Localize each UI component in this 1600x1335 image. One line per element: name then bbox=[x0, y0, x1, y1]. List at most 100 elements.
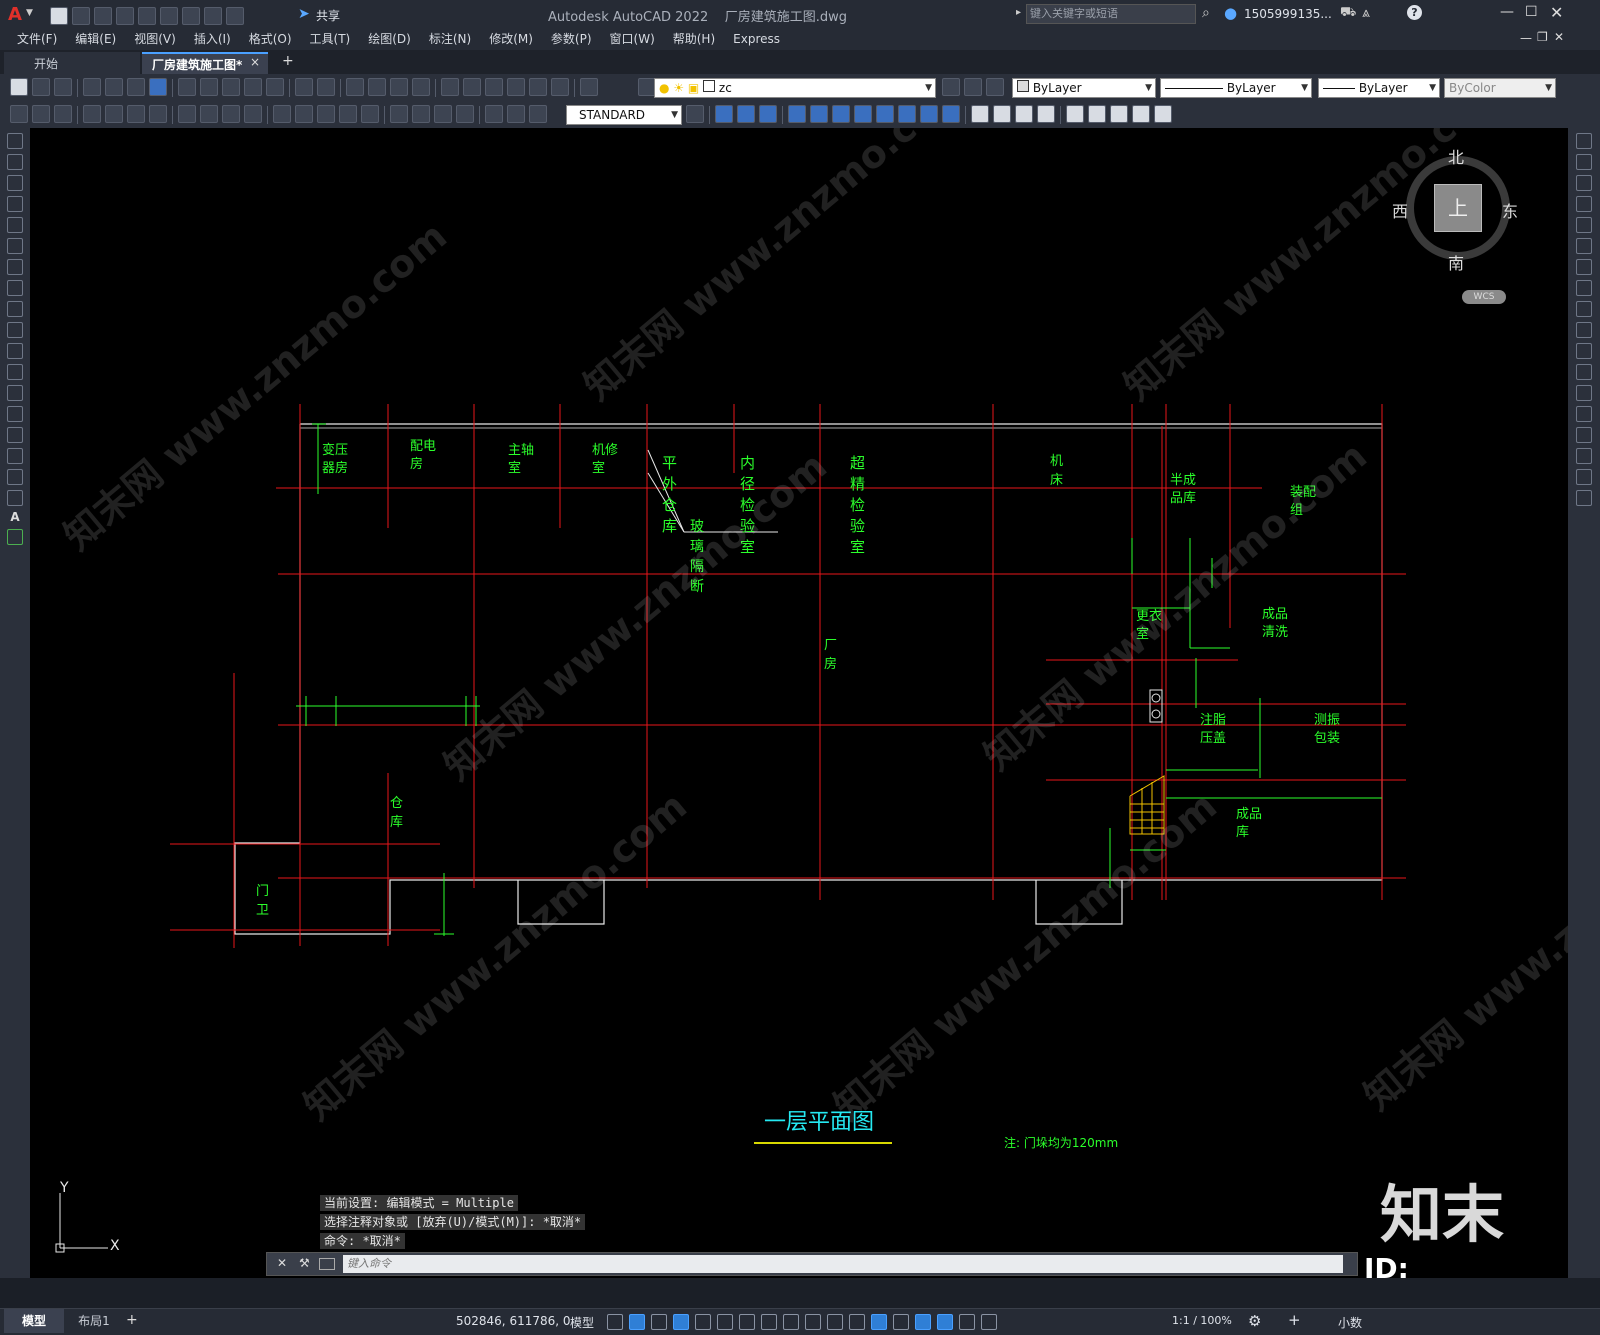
design-center-icon[interactable] bbox=[463, 78, 481, 96]
view-o-icon[interactable] bbox=[1037, 105, 1055, 123]
dimstyle-icon[interactable] bbox=[686, 105, 704, 123]
menu-item[interactable]: 绘图(D) bbox=[359, 28, 420, 50]
command-close-icon[interactable]: ✕ bbox=[277, 1256, 287, 1270]
undo-icon[interactable] bbox=[295, 78, 313, 96]
ortho-icon[interactable] bbox=[673, 1314, 689, 1330]
publish-icon[interactable] bbox=[127, 78, 145, 96]
diameter-icon[interactable] bbox=[222, 105, 240, 123]
explode-icon[interactable] bbox=[1576, 490, 1592, 506]
grid-icon[interactable] bbox=[607, 1314, 623, 1330]
extend-icon[interactable] bbox=[1576, 343, 1592, 359]
save-as-icon[interactable] bbox=[116, 7, 134, 25]
annotation-monitor-icon[interactable]: + bbox=[1288, 1311, 1301, 1329]
viewcube-south[interactable]: 南 bbox=[1448, 250, 1464, 274]
import-icon[interactable] bbox=[138, 7, 156, 25]
view-p-icon[interactable] bbox=[1066, 105, 1084, 123]
tool-palettes-icon[interactable] bbox=[485, 78, 503, 96]
selection-filter-icon[interactable] bbox=[893, 1314, 909, 1330]
open-icon[interactable] bbox=[32, 78, 50, 96]
radius-icon[interactable] bbox=[178, 105, 196, 123]
workspace-gear-icon[interactable]: ⚙ bbox=[1248, 1312, 1261, 1330]
color-dropdown[interactable]: ByLayer ▼ bbox=[1012, 78, 1156, 98]
construction-line-icon[interactable] bbox=[7, 154, 23, 170]
gradient-icon[interactable] bbox=[7, 448, 23, 464]
arc-icon[interactable] bbox=[7, 238, 23, 254]
make-current-layer-icon[interactable] bbox=[942, 78, 960, 96]
preview-icon[interactable] bbox=[105, 78, 123, 96]
scale-icon[interactable] bbox=[1576, 280, 1592, 296]
chevron-down-icon[interactable]: ▼ bbox=[26, 8, 33, 18]
jogged-icon[interactable] bbox=[200, 105, 218, 123]
doc-close-button[interactable]: ✕ bbox=[1554, 30, 1564, 44]
dim-text-edit-icon[interactable] bbox=[507, 105, 525, 123]
point-icon[interactable] bbox=[7, 406, 23, 422]
markup-icon[interactable] bbox=[529, 78, 547, 96]
calculator-icon[interactable] bbox=[551, 78, 569, 96]
dim-update-icon[interactable] bbox=[529, 105, 547, 123]
menu-item[interactable]: 插入(I) bbox=[185, 28, 240, 50]
view-l-icon[interactable] bbox=[971, 105, 989, 123]
gizmo-icon[interactable] bbox=[915, 1314, 931, 1330]
layer-previous-icon[interactable] bbox=[964, 78, 982, 96]
dim-space-icon[interactable] bbox=[339, 105, 357, 123]
make-block-icon[interactable] bbox=[7, 385, 23, 401]
help-icon[interactable] bbox=[580, 78, 598, 96]
view-e-icon[interactable] bbox=[810, 105, 828, 123]
units-dropdown[interactable]: 小数 bbox=[1338, 1314, 1362, 1331]
hatch-icon[interactable] bbox=[7, 427, 23, 443]
blend-icon[interactable] bbox=[1576, 469, 1592, 485]
properties-icon[interactable] bbox=[441, 78, 459, 96]
ellipse-arc-icon[interactable] bbox=[7, 343, 23, 359]
help-icon[interactable]: ? bbox=[1407, 5, 1422, 20]
lineweight-dropdown[interactable]: ByLayer ▼ bbox=[1318, 78, 1440, 98]
command-input[interactable]: 键入命令 bbox=[343, 1255, 1343, 1273]
close-button[interactable]: ✕ bbox=[1550, 3, 1563, 22]
region-icon[interactable] bbox=[7, 469, 23, 485]
rotate-icon[interactable] bbox=[1576, 259, 1592, 275]
lineweight-icon[interactable] bbox=[783, 1314, 799, 1330]
join-icon[interactable] bbox=[1576, 406, 1592, 422]
view-k-icon[interactable] bbox=[942, 105, 960, 123]
erase-icon[interactable] bbox=[1576, 133, 1592, 149]
wcs-menu[interactable]: WCS bbox=[1462, 290, 1506, 304]
menu-item[interactable]: Express bbox=[724, 28, 789, 50]
spline-icon[interactable] bbox=[7, 301, 23, 317]
linetype-dropdown[interactable]: ByLayer ▼ bbox=[1160, 78, 1312, 98]
3d-osnap-icon[interactable] bbox=[849, 1314, 865, 1330]
annotation-visibility-icon[interactable] bbox=[937, 1314, 953, 1330]
mirror-icon[interactable] bbox=[1576, 175, 1592, 191]
dim-edit-icon[interactable] bbox=[485, 105, 503, 123]
tool-b-icon[interactable] bbox=[32, 105, 50, 123]
array-icon[interactable] bbox=[1576, 217, 1592, 233]
redo-icon[interactable] bbox=[317, 78, 335, 96]
pan-icon[interactable] bbox=[346, 78, 364, 96]
save-icon[interactable] bbox=[54, 78, 72, 96]
arc-length-icon[interactable] bbox=[127, 105, 145, 123]
selection-cycling-icon[interactable] bbox=[827, 1314, 843, 1330]
inspection-icon[interactable] bbox=[434, 105, 452, 123]
dimstyle-dropdown[interactable]: STANDARD ▼ bbox=[566, 105, 682, 125]
view-a-icon[interactable] bbox=[715, 105, 733, 123]
add-selected-icon[interactable] bbox=[7, 529, 23, 545]
view-d-icon[interactable] bbox=[788, 105, 806, 123]
break-icon[interactable] bbox=[1576, 385, 1592, 401]
menu-item[interactable]: 窗口(W) bbox=[601, 28, 664, 50]
share-button[interactable]: 共享 bbox=[316, 7, 340, 24]
trim-icon[interactable] bbox=[1576, 322, 1592, 338]
baseline-icon[interactable] bbox=[295, 105, 313, 123]
tool-c-icon[interactable] bbox=[54, 105, 72, 123]
view-q-icon[interactable] bbox=[1088, 105, 1106, 123]
search-icon[interactable]: ⌕ bbox=[1202, 5, 1210, 21]
search-input[interactable]: 键入关键字或短语 bbox=[1026, 4, 1196, 24]
share-icon[interactable]: ➤ bbox=[298, 6, 310, 22]
export-icon[interactable] bbox=[160, 7, 178, 25]
plotstyle-dropdown[interactable]: ByColor ▼ bbox=[1444, 78, 1556, 98]
offset-icon[interactable] bbox=[1576, 196, 1592, 212]
snap-icon[interactable] bbox=[629, 1314, 645, 1330]
new-tab-button[interactable]: + bbox=[282, 53, 294, 69]
otrack-icon[interactable] bbox=[739, 1314, 755, 1330]
copy-object-icon[interactable] bbox=[1576, 154, 1592, 170]
view-s-icon[interactable] bbox=[1132, 105, 1150, 123]
menu-item[interactable]: 标注(N) bbox=[420, 28, 480, 50]
doc-restore-button[interactable]: ❐ bbox=[1537, 30, 1548, 44]
